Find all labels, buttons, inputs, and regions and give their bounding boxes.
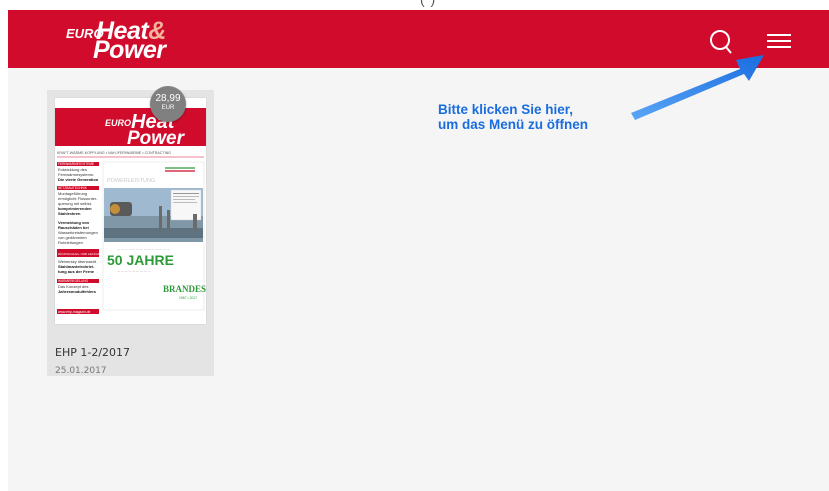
magazine-card[interactable]: EURO Heat Power KRAFT-WÄRME-KOPPLUNG ▪ N… bbox=[47, 90, 214, 376]
cover-power: Power bbox=[127, 128, 186, 149]
cover-tagline: KRAFT-WÄRME-KOPPLUNG ▪ NAH-/FERNWÄRME ▪ … bbox=[57, 151, 171, 155]
price-value: 28,99 bbox=[155, 93, 181, 104]
svg-text:NETZBAUTECHNIK: NETZBAUTECHNIK bbox=[58, 186, 88, 190]
svg-text:Stahlrohren: Stahlrohren bbox=[58, 211, 81, 216]
svg-text:— — — — — — — — —: — — — — — — — — — bbox=[117, 269, 151, 273]
cover-years: 1967 • 2017 bbox=[179, 296, 197, 300]
logo-power: Power bbox=[93, 36, 166, 64]
cover-brand: BRANDES bbox=[163, 284, 206, 294]
hint-line-1: Bitte klicken Sie hier, bbox=[438, 102, 574, 117]
top-strip: ( ) bbox=[0, 0, 829, 10]
cover-image: EURO Heat Power KRAFT-WÄRME-KOPPLUNG ▪ N… bbox=[55, 98, 206, 324]
svg-text:Rohrleitungen: Rohrleitungen bbox=[58, 240, 83, 245]
price-currency: EUR bbox=[161, 105, 175, 111]
brand-logo[interactable]: EURO Heat& Power bbox=[66, 17, 226, 64]
cover-headline: 50 JAHRE bbox=[107, 252, 174, 268]
arrow-pointer-icon bbox=[631, 55, 764, 120]
svg-text:tung aus der Ferne: tung aus der Ferne bbox=[58, 269, 95, 274]
svg-text:Die vierte Generation: Die vierte Generation bbox=[58, 177, 99, 182]
cover-euro: EURO bbox=[105, 118, 131, 128]
hamburger-menu-icon bbox=[767, 34, 791, 36]
price-badge: 28,99 EUR bbox=[150, 86, 186, 122]
svg-text:— — — — — — — — — — — — — —: — — — — — — — — — — — — — — bbox=[117, 247, 170, 251]
issue-date: 25.01.2017 bbox=[55, 366, 107, 376]
menu-button[interactable] bbox=[764, 30, 794, 52]
menu-hint: Bitte klicken Sie hier, um das Menü zu ö… bbox=[438, 102, 588, 132]
magazine-cover[interactable]: EURO Heat Power KRAFT-WÄRME-KOPPLUNG ▪ N… bbox=[55, 98, 206, 324]
svg-text:FERNWÄRMESYSTEME: FERNWÄRMESYSTEME bbox=[58, 162, 94, 166]
svg-text:WÄRMEREGELUNG: WÄRMEREGELUNG bbox=[58, 279, 89, 283]
cover-url: www.ehp-magazin.de bbox=[58, 310, 91, 314]
hint-line-2: um das Menü zu öffnen bbox=[438, 117, 588, 132]
cover-subhead: POWERLEISTUNG bbox=[107, 178, 155, 184]
app-frame: EURO Heat& Power EURO Heat Power KRAFT-W… bbox=[8, 10, 829, 491]
svg-text:Jahresmodulfehlers: Jahresmodulfehlers bbox=[58, 289, 97, 294]
top-caption: ( ) bbox=[420, 0, 436, 7]
issue-title[interactable]: EHP 1-2/2017 bbox=[55, 346, 130, 359]
